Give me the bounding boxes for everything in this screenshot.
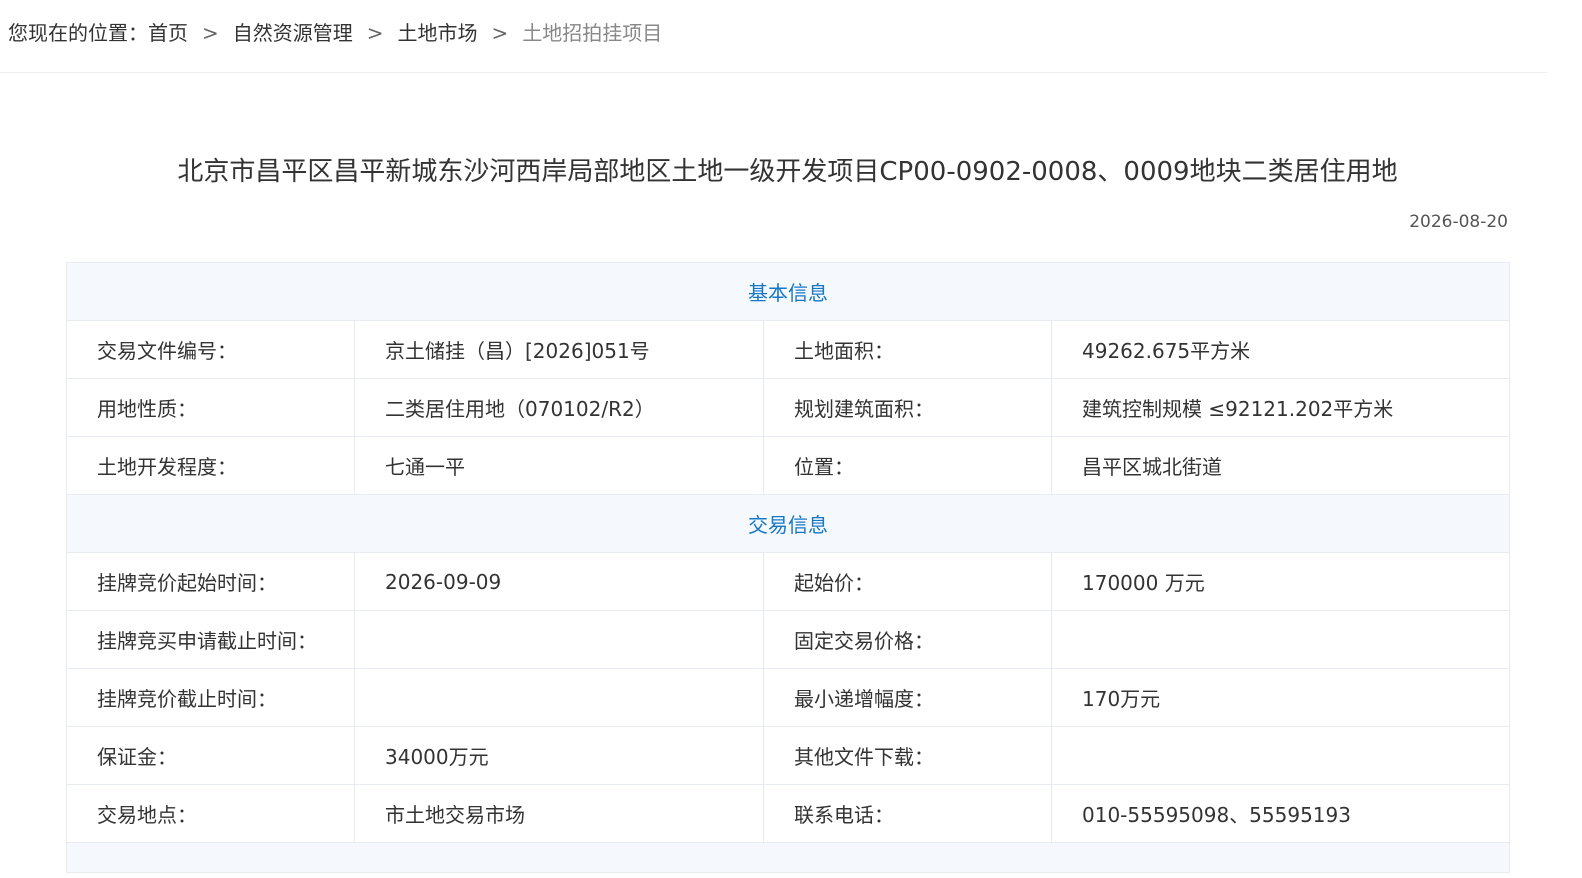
breadcrumb-separator: > (366, 21, 384, 45)
field-label: 挂牌竞价起始时间： (66, 552, 355, 611)
table-footer-row (66, 842, 1510, 873)
breadcrumb: 您现在的位置：首页 > 自然资源管理 > 土地市场 > 土地招拍挂项目 (8, 18, 662, 48)
table-row: 交易地点： 市土地交易市场 联系电话： 010-55595098、5559519… (66, 784, 1510, 843)
field-label: 固定交易价格： (763, 610, 1052, 669)
field-value: 京土储挂（昌）[2026]051号 (354, 320, 764, 379)
field-value: 七通一平 (354, 436, 764, 495)
field-value: 2026-09-09 (354, 552, 764, 611)
field-label: 挂牌竞价截止时间： (66, 668, 355, 727)
field-label: 挂牌竞买申请截止时间： (66, 610, 355, 669)
field-label: 用地性质： (66, 378, 355, 437)
field-value (1051, 610, 1510, 669)
section-header-trade: 交易信息 (66, 494, 1510, 553)
field-value: 昌平区城北街道 (1051, 436, 1510, 495)
table-row: 挂牌竞价截止时间： 最小递增幅度： 170万元 (66, 668, 1510, 727)
section-header-basic: 基本信息 (66, 262, 1510, 321)
field-value (354, 668, 764, 727)
field-label: 土地开发程度： (66, 436, 355, 495)
table-row: 土地开发程度： 七通一平 位置： 昌平区城北街道 (66, 436, 1510, 495)
field-label: 最小递增幅度： (763, 668, 1052, 727)
breadcrumb-separator: > (202, 21, 219, 45)
field-value: 170万元 (1051, 668, 1510, 727)
land-info-table: 基本信息 交易文件编号： 京土储挂（昌）[2026]051号 土地面积： 492… (66, 262, 1510, 873)
page-title: 北京市昌平区昌平新城东沙河西岸局部地区土地一级开发项目CP00-0902-000… (177, 157, 1398, 187)
header-divider (0, 72, 1547, 73)
breadcrumb-separator: > (491, 21, 509, 45)
field-value (354, 610, 764, 669)
table-row: 交易文件编号： 京土储挂（昌）[2026]051号 土地面积： 49262.67… (66, 320, 1510, 379)
field-value: 建筑控制规模 ≤92121.202平方米 (1051, 378, 1510, 437)
field-label: 其他文件下载： (763, 726, 1052, 785)
table-row: 保证金： 34000万元 其他文件下载： (66, 726, 1510, 785)
breadcrumb-item-land-market[interactable]: 土地市场 (398, 21, 478, 45)
section-title-trade: 交易信息 (66, 494, 1510, 553)
breadcrumb-prefix: 您现在的位置： (8, 21, 148, 45)
breadcrumb-item-home[interactable]: 首页 (148, 21, 188, 45)
field-value: 二类居住用地（070102/R2） (354, 378, 764, 437)
field-label: 起始价： (763, 552, 1052, 611)
field-label: 规划建筑面积： (763, 378, 1052, 437)
field-value: 市土地交易市场 (354, 784, 764, 843)
field-label: 土地面积： (763, 320, 1052, 379)
field-label: 联系电话： (763, 784, 1052, 843)
field-value: 49262.675平方米 (1051, 320, 1510, 379)
field-value: 170000 万元 (1051, 552, 1510, 611)
table-row: 挂牌竞价起始时间： 2026-09-09 起始价： 170000 万元 (66, 552, 1510, 611)
table-row: 挂牌竞买申请截止时间： 固定交易价格： (66, 610, 1510, 669)
section-title-basic: 基本信息 (66, 262, 1510, 321)
download-link-cell[interactable] (1051, 726, 1510, 785)
publish-date: 2026-08-20 (1409, 212, 1508, 232)
breadcrumb-item-current: 土地招拍挂项目 (522, 21, 663, 45)
field-label: 交易地点： (66, 784, 355, 843)
field-label: 位置： (763, 436, 1052, 495)
field-label: 交易文件编号： (66, 320, 355, 379)
field-value: 010-55595098、55595193 (1051, 784, 1510, 843)
field-value: 34000万元 (354, 726, 764, 785)
field-label: 保证金： (66, 726, 355, 785)
breadcrumb-item-natural-resources[interactable]: 自然资源管理 (233, 21, 353, 45)
table-row: 用地性质： 二类居住用地（070102/R2） 规划建筑面积： 建筑控制规模 ≤… (66, 378, 1510, 437)
table-footer-cell (66, 842, 1510, 873)
